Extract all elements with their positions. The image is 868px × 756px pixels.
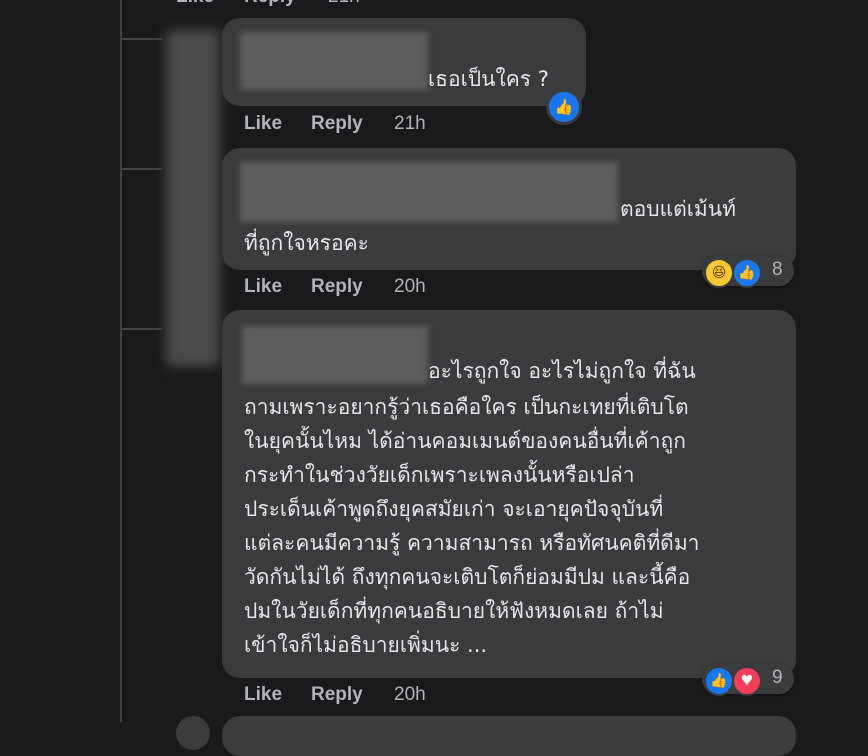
avatar[interactable] xyxy=(176,716,210,750)
thread-branch-line xyxy=(120,38,162,40)
comment-text: เธอเป็นใคร ? xyxy=(428,67,549,91)
timestamp[interactable]: 21h xyxy=(394,113,426,135)
reply-button[interactable]: Reply xyxy=(311,113,363,135)
comment-bubble: อะไรถูกใจ อะไรไม่ถูกใจ ที่ฉัน ถามเพราะอย… xyxy=(222,310,796,678)
comment-bubble xyxy=(222,716,796,756)
reply-button[interactable]: Reply xyxy=(311,276,363,298)
comment-text-line: วัดกันไม่ได้ ถึงทุกคนจะเติบโตก็ย่อมมีปม … xyxy=(244,565,691,589)
thread-vertical-line xyxy=(120,0,122,722)
avatar[interactable] xyxy=(166,30,220,366)
like-button[interactable]: Like xyxy=(244,113,282,135)
redacted-author-name[interactable] xyxy=(240,32,428,90)
comment-text-line: ถามเพราะอยากรู้ว่าเธอคือใคร เป็นกะเทยที่… xyxy=(244,395,689,419)
comment-text-line: กระทำในช่วงวัยเด็กเพราะเพลงนั้นหรือเปล่า xyxy=(244,463,635,487)
comment-text-line: ปมในวัยเด็กที่ทุกคนอธิบายให้ฟังหมดเลย ถ้… xyxy=(244,599,664,623)
comment-bubble: เธอเป็นใคร ? xyxy=(222,18,586,106)
redacted-author-name[interactable] xyxy=(242,326,428,384)
previous-comment-actions: Like Reply 21h xyxy=(0,0,868,10)
comment-text-line: ที่ถูกใจหรอคะ xyxy=(244,231,369,255)
comment-text-line: ตอบแต่เม้นท์ xyxy=(620,197,736,221)
comment-text-line: ประเด็นเค้าพูดถึงยุคสมัยเก่า จะเอายุคปัจ… xyxy=(244,497,664,521)
like-button[interactable]: Like xyxy=(244,276,282,298)
timestamp: 21h xyxy=(328,0,360,8)
reply-button[interactable]: Reply xyxy=(244,0,296,8)
timestamp[interactable]: 20h xyxy=(394,276,426,298)
redacted-author-name[interactable] xyxy=(240,162,618,222)
timestamp[interactable]: 20h xyxy=(394,684,426,706)
comment-actions: Like Reply 20h xyxy=(0,684,868,708)
like-button[interactable]: Like xyxy=(176,0,214,8)
like-button[interactable]: Like xyxy=(244,684,282,706)
comment-text-line: เข้าใจก็ไม่อธิบายเพิ่มนะ ... xyxy=(244,633,488,657)
comment-text-line: อะไรถูกใจ อะไรไม่ถูกใจ ที่ฉัน xyxy=(428,359,696,383)
comment-actions: Like Reply 20h xyxy=(0,276,868,300)
comment-text-line: ในยุคนั้นไหม ได้อ่านคอมเมนต์ของคนอื่นที่… xyxy=(244,429,686,453)
thread-branch-line xyxy=(120,168,162,170)
comment-text-line: แต่ละคนมีความรู้ ความสามารถ หรือทัศนคติท… xyxy=(244,531,700,555)
reply-button[interactable]: Reply xyxy=(311,684,363,706)
comment-actions: Like Reply 21h xyxy=(0,113,868,137)
comment-bubble: ตอบแต่เม้นท์ ที่ถูกใจหรอคะ xyxy=(222,148,796,270)
thread-branch-line xyxy=(120,328,162,330)
